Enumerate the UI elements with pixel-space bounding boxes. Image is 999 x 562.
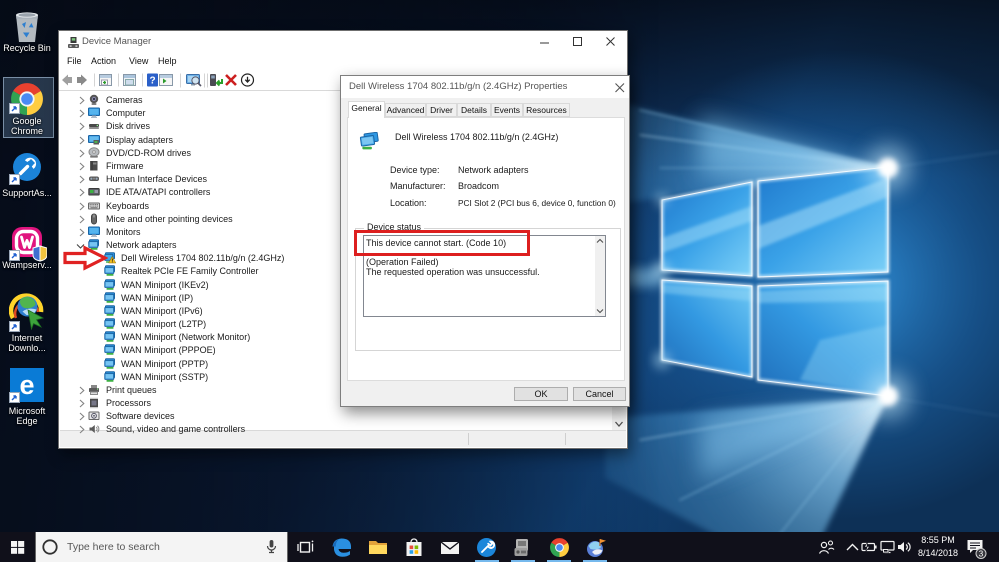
svg-text:?: ? <box>149 76 155 87</box>
svg-text:3: 3 <box>979 549 984 558</box>
svg-text:e: e <box>19 370 34 400</box>
